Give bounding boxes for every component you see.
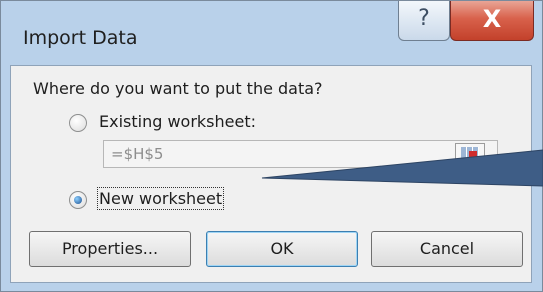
help-icon: ? bbox=[418, 6, 430, 31]
help-button[interactable]: ? bbox=[398, 1, 450, 41]
properties-button[interactable]: Properties... bbox=[29, 231, 191, 267]
close-button[interactable]: X bbox=[450, 1, 534, 41]
existing-worksheet-label[interactable]: Existing worksheet: bbox=[99, 112, 256, 131]
new-worksheet-label[interactable]: New worksheet bbox=[96, 187, 225, 210]
cancel-button[interactable]: Cancel bbox=[371, 231, 523, 267]
dialog-body: Where do you want to put the data? Exist… bbox=[10, 65, 532, 283]
cell-reference-input[interactable]: =$H$5 bbox=[103, 140, 498, 168]
import-data-dialog: Import Data ? X Where do you want to put… bbox=[0, 0, 543, 292]
ok-button[interactable]: OK bbox=[206, 231, 358, 267]
dialog-title: Import Data bbox=[23, 27, 138, 49]
existing-worksheet-radio[interactable] bbox=[69, 114, 87, 132]
close-icon: X bbox=[482, 5, 502, 33]
question-label: Where do you want to put the data? bbox=[33, 79, 323, 98]
new-worksheet-radio[interactable] bbox=[69, 191, 87, 209]
range-selector-button[interactable] bbox=[455, 143, 485, 163]
title-bar[interactable]: Import Data ? X bbox=[1, 1, 543, 73]
